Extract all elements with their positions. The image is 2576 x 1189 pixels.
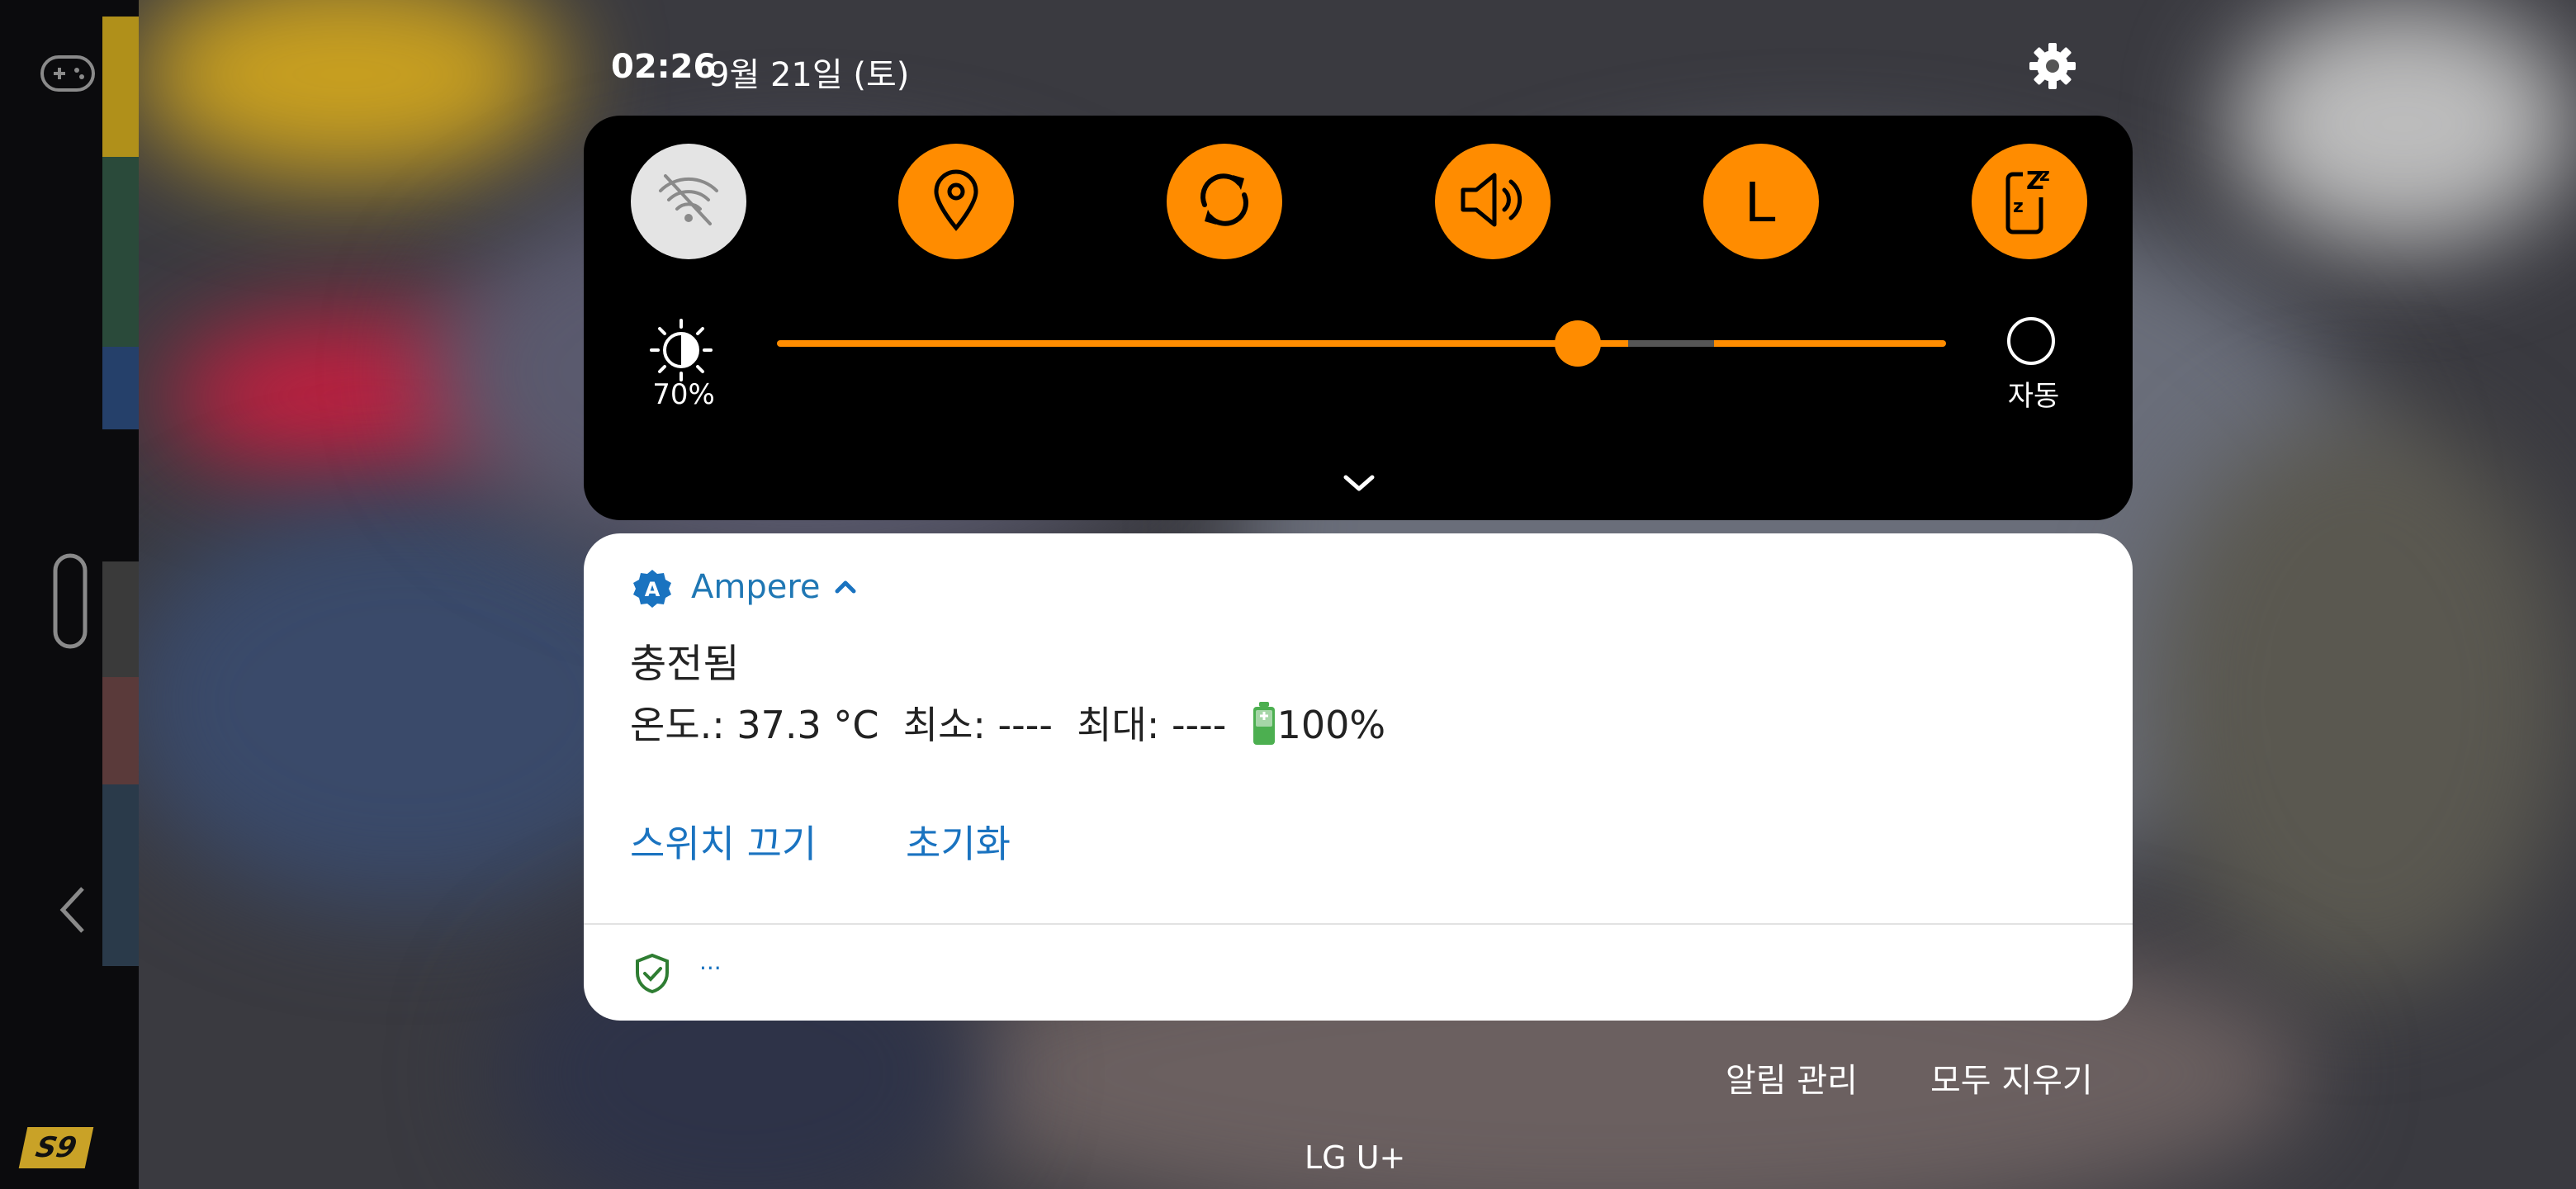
notification-divider (584, 923, 2133, 925)
auto-brightness-label: 자동 (2007, 380, 2060, 413)
collapsed-notification-dots[interactable]: ··· (699, 955, 722, 982)
status-time: 02:26 (611, 48, 717, 86)
clear-all-button[interactable]: 모두 지우기 (1930, 1054, 2093, 1101)
svg-text:A: A (645, 578, 661, 601)
brightness-slider-gap (1628, 340, 1714, 347)
battery-percent: 100% (1276, 703, 1386, 747)
status-date: 9월 21일 (토) (708, 56, 910, 94)
battery-icon (1251, 700, 1277, 756)
shield-check-icon (633, 953, 671, 994)
l-letter-icon: L (1745, 169, 1778, 234)
sound-tile[interactable] (1435, 144, 1551, 259)
do-not-disturb-tile[interactable]: Zzz (1972, 144, 2087, 259)
carrier-label: LG U+ (1305, 1139, 1406, 1176)
l-mode-tile[interactable]: L (1703, 144, 1819, 259)
brightness-icon (648, 317, 714, 383)
location-pin-icon (931, 168, 981, 234)
notification-title: 충전됨 (630, 641, 740, 687)
gamepad-icon[interactable] (40, 54, 96, 96)
brightness-slider-track[interactable] (777, 340, 1946, 347)
wifi-off-icon (656, 171, 722, 232)
brightness-slider-thumb[interactable] (1555, 320, 1601, 367)
svg-text:z: z (2039, 165, 2050, 186)
sleep-phone-icon: Zzz (1998, 163, 2061, 240)
location-tile[interactable] (898, 144, 1014, 259)
auto-brightness-toggle[interactable] (2007, 317, 2055, 365)
quick-settings-panel: L Zzz 70% 자동 (584, 116, 2133, 520)
chevron-up-icon[interactable] (833, 578, 858, 596)
volume-icon (1458, 168, 1527, 234)
ampere-app-icon: A (632, 568, 673, 609)
ampere-notification[interactable]: A Ampere 충전됨 온도.: 37.3 °C 최소: ---- 최대: -… (584, 533, 2133, 1021)
settings-gear-icon[interactable] (2028, 41, 2077, 91)
game-side-rail: S9 (0, 0, 139, 1189)
brightness-percent: 70% (652, 378, 715, 411)
chevron-down-icon[interactable] (1341, 471, 1377, 495)
manage-notifications-button[interactable]: 알림 관리 (1726, 1054, 1858, 1101)
sync-tile[interactable] (1167, 144, 1282, 259)
reset-button[interactable]: 초기화 (906, 814, 1011, 869)
notification-body: 온도.: 37.3 °C 최소: ---- 최대: ---- 100% (630, 695, 1385, 756)
temperature-text: 온도.: 37.3 °C 최소: ---- 최대: ---- (630, 703, 1251, 747)
switch-off-button[interactable]: 스위치 끄기 (630, 814, 817, 869)
s9-logo: S9 (18, 1127, 94, 1168)
app-name: Ampere (691, 568, 821, 606)
home-pill-icon[interactable] (53, 553, 88, 652)
back-icon[interactable] (58, 885, 88, 938)
svg-text:z: z (2013, 197, 2024, 217)
wifi-tile[interactable] (631, 144, 746, 259)
sync-icon (1191, 167, 1257, 236)
